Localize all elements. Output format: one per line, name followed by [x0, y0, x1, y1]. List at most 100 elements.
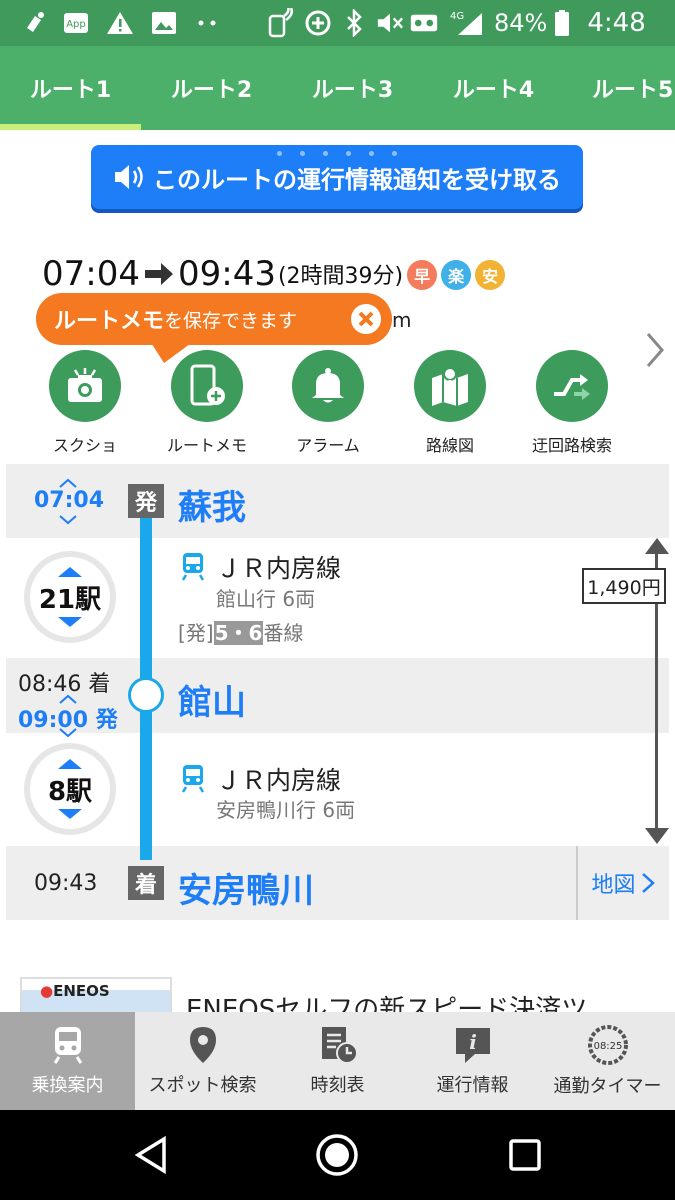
screenshot-circle — [49, 350, 121, 422]
tooltip-close-button[interactable] — [348, 301, 384, 337]
bell-icon — [312, 368, 344, 403]
chevron-up-icon[interactable] — [58, 478, 78, 488]
map-pin-icon — [432, 367, 468, 406]
detour-icon — [554, 374, 590, 400]
app-download-icon — [20, 9, 48, 37]
fare-arrow-up-icon — [645, 538, 669, 554]
tab-route-4[interactable]: ルート4 — [423, 46, 564, 130]
triangle-up-icon — [58, 567, 82, 577]
detour-search-label: 迂回路検索 — [531, 436, 612, 455]
tab-route-2[interactable]: ルート2 — [141, 46, 282, 130]
status-right-icons: 4G 84% 4:48 — [266, 6, 646, 40]
nav-timetable[interactable]: 時刻表 — [270, 1012, 405, 1110]
chevron-down-icon[interactable] — [58, 515, 78, 525]
bottom-nav: 乗換案内 スポット検索 時刻表 i 運行情報 08:25 通勤タイマー — [0, 1012, 675, 1110]
triangle-down-icon — [58, 617, 82, 627]
info-bubble-icon: i — [455, 1028, 490, 1063]
screenshot-button[interactable]: スクショ — [30, 350, 140, 456]
nfc-icon — [266, 8, 294, 38]
route-map-circle — [414, 350, 486, 422]
voicemail-icon — [410, 9, 438, 37]
app-icon: App — [62, 9, 90, 37]
map-link-label: 地図 — [591, 873, 636, 898]
svg-text:i: i — [469, 1030, 477, 1054]
map-link-button[interactable]: 地図 — [576, 846, 669, 920]
home-button[interactable] — [314, 1132, 360, 1178]
destination-station-name[interactable]: 安房鴨川 — [178, 863, 314, 912]
battery-percent: 84% — [494, 9, 548, 37]
summary-duration: (2時間39分) — [277, 264, 404, 289]
nav-transfer-guide[interactable]: 乗換案内 — [0, 1012, 135, 1110]
chevron-right-icon — [641, 873, 655, 893]
timetable-icon — [321, 1027, 358, 1064]
nav-service-info[interactable]: i 運行情報 — [405, 1012, 540, 1110]
route-notification-label: このルートの運行情報通知を受け取る — [153, 165, 561, 194]
mute-icon — [376, 9, 404, 37]
route-map-button[interactable]: 路線図 — [395, 350, 505, 456]
chevron-down-icon[interactable] — [58, 728, 78, 738]
leg1-stops-label: 21駅 — [38, 584, 102, 615]
network-label: 4G — [450, 11, 464, 22]
transfer-station-name[interactable]: 館山 — [178, 675, 246, 724]
phone-add-icon — [190, 364, 225, 406]
alarm-button[interactable]: アラーム — [273, 350, 383, 456]
data-saver-icon — [304, 9, 332, 37]
signal-icon: 4G — [448, 9, 484, 37]
status-bar: App 4G 84% 4:48 — [0, 0, 675, 46]
arrow-right-icon — [144, 263, 173, 285]
leg1-line-name[interactable]: ＪＲ内房線 — [216, 549, 341, 585]
nav-commute-timer[interactable]: 08:25 通勤タイマー — [540, 1012, 675, 1110]
summary-depart-time: 07:04 — [42, 254, 140, 294]
tab-route-3[interactable]: ルート3 — [282, 46, 423, 130]
bluetooth-icon — [340, 9, 368, 37]
origin-station-name[interactable]: 蘇我 — [178, 480, 246, 529]
route-memo-tooltip: ルートメモ を保存できます — [36, 293, 392, 363]
fare-arrow-down-icon — [645, 828, 669, 844]
route-memo-label: ルートメモ — [166, 436, 247, 455]
timer-value: 08:25 — [593, 1041, 622, 1052]
route-memo-button[interactable]: ルートメモ — [152, 350, 262, 456]
nav-spot-search-label: スポット検索 — [148, 1075, 257, 1096]
back-button[interactable] — [128, 1132, 174, 1178]
fare-label: 1,490円 — [582, 568, 666, 604]
detour-search-button[interactable]: 迂回路検索 — [517, 350, 627, 456]
leg1-platform: [発]5・6番線 — [178, 617, 303, 646]
tooltip-tail — [141, 341, 195, 363]
nav-timetable-label: 時刻表 — [310, 1075, 365, 1096]
tab-route-5[interactable]: ルート5 — [564, 46, 675, 130]
route-tab-bar: ルート1 ルート2 ルート3 ルート4 ルート5 — [0, 46, 675, 130]
page-dots — [277, 151, 397, 156]
leg2-line-name[interactable]: ＪＲ内房線 — [216, 761, 341, 797]
screenshot-label: スクショ — [52, 436, 117, 455]
badge-fast: 早 — [407, 260, 438, 290]
origin-row[interactable] — [6, 464, 669, 538]
nav-commute-timer-label: 通勤タイマー — [553, 1076, 662, 1097]
chevron-right-icon[interactable] — [640, 330, 670, 370]
tab-route-1[interactable]: ルート1 — [0, 46, 141, 130]
home-circle-icon — [316, 1134, 358, 1176]
ad-logo: ●ENEOS — [40, 982, 110, 1000]
platform-number: 5・6 — [213, 621, 264, 645]
close-icon — [358, 311, 374, 327]
image-icon — [150, 9, 178, 37]
system-nav-bar — [0, 1110, 675, 1200]
nav-spot-search[interactable]: スポット検索 — [135, 1012, 270, 1110]
battery-icon — [553, 9, 571, 37]
platform-suffix: 番線 — [263, 621, 304, 645]
leg1-stops-count[interactable]: 21駅 — [24, 551, 116, 643]
ad-logo-text: ENEOS — [53, 982, 110, 1000]
recents-button[interactable] — [502, 1132, 548, 1178]
nav-transfer-guide-label: 乗換案内 — [31, 1075, 104, 1096]
train-icon — [181, 553, 205, 581]
destination-row[interactable] — [6, 846, 669, 920]
leg2-stops-count[interactable]: 8駅 — [24, 743, 116, 835]
platform-prefix: [発] — [178, 621, 214, 645]
summary-arrive-time: 09:43 — [177, 254, 276, 294]
timer-icon: 08:25 — [587, 1025, 628, 1065]
svg-text:App: App — [66, 19, 86, 30]
origin-time: 07:04 — [34, 488, 105, 513]
recents-square-icon — [509, 1139, 541, 1171]
route-notification-button[interactable]: このルートの運行情報通知を受け取る — [91, 145, 583, 209]
triangle-up-icon — [58, 759, 82, 769]
nav-service-info-label: 運行情報 — [436, 1075, 509, 1096]
